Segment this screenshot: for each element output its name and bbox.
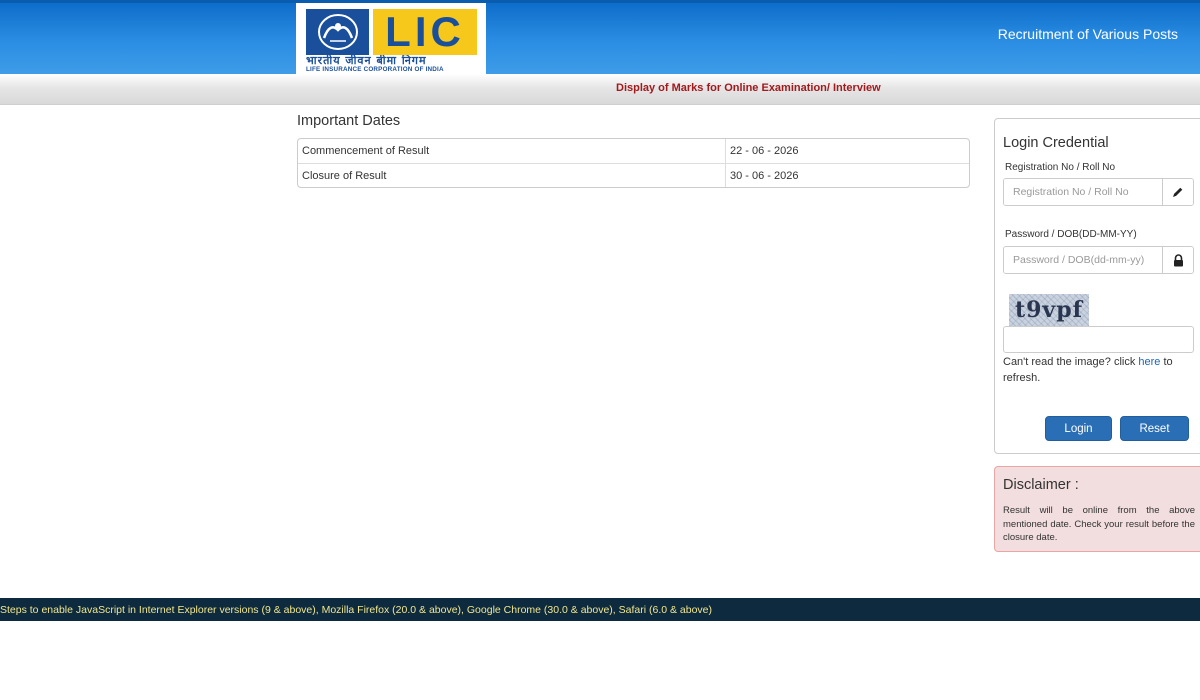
javascript-help-link[interactable]: Steps to enable JavaScript in Internet E…	[0, 604, 712, 616]
registration-input[interactable]	[1004, 179, 1162, 205]
date-label: Commencement of Result	[302, 145, 430, 157]
reset-button[interactable]: Reset	[1120, 416, 1189, 441]
logo-letters: LIC	[373, 9, 477, 55]
important-dates-table: Commencement of Result 22 - 06 - 2026 Cl…	[297, 138, 970, 188]
disclaimer-title: Disclaimer :	[1003, 477, 1079, 493]
page-subtitle: Display of Marks for Online Examination/…	[616, 82, 881, 94]
header-banner: LIC भारतीय जीवन बीमा निगम LIFE INSURANCE…	[0, 3, 1200, 77]
login-panel: Login Credential Registration No / Roll …	[994, 118, 1200, 454]
lic-emblem-icon	[306, 9, 369, 55]
registration-label: Registration No / Roll No	[1005, 162, 1116, 173]
password-input-group	[1003, 246, 1194, 274]
date-label: Closure of Result	[298, 163, 725, 187]
logo-hindi-text: भारतीय जीवन बीमा निगम	[306, 55, 427, 66]
subtitle-bar: Display of Marks for Online Examination/…	[0, 74, 1200, 105]
password-input[interactable]	[1004, 247, 1162, 273]
captcha-image: t9vpf	[1009, 294, 1089, 326]
disclaimer-text: Result will be online from the above men…	[1003, 505, 1195, 543]
disclaimer-box: Disclaimer : Result will be online from …	[994, 466, 1200, 552]
captcha-refresh-link[interactable]: here	[1138, 356, 1160, 368]
password-label: Password / DOB(DD-MM-YY)	[1005, 229, 1137, 240]
table-row: Commencement of Result 22 - 06 - 2026	[298, 139, 969, 163]
footer-bar: Steps to enable JavaScript in Internet E…	[0, 598, 1200, 621]
table-row: Closure of Result 30 - 06 - 2026	[298, 163, 969, 187]
login-title: Login Credential	[1003, 135, 1109, 151]
logo-english-text: LIFE INSURANCE CORPORATION OF INDIA	[306, 66, 444, 73]
captcha-refresh-text: Can't read the image? click here to refr…	[1003, 354, 1199, 386]
registration-input-group	[1003, 178, 1194, 206]
lock-icon	[1162, 247, 1193, 273]
refresh-prefix: Can't read the image? click	[1003, 356, 1139, 368]
date-value: 22 - 06 - 2026	[725, 139, 969, 163]
important-dates-heading: Important Dates	[297, 113, 401, 129]
captcha-input[interactable]	[1003, 326, 1194, 353]
login-button[interactable]: Login	[1045, 416, 1112, 441]
lic-logo: LIC भारतीय जीवन बीमा निगम LIFE INSURANCE…	[296, 3, 486, 77]
page-title: Recruitment of Various Posts	[997, 26, 1178, 42]
date-value: 30 - 06 - 2026	[725, 163, 969, 187]
pencil-icon	[1162, 179, 1193, 205]
